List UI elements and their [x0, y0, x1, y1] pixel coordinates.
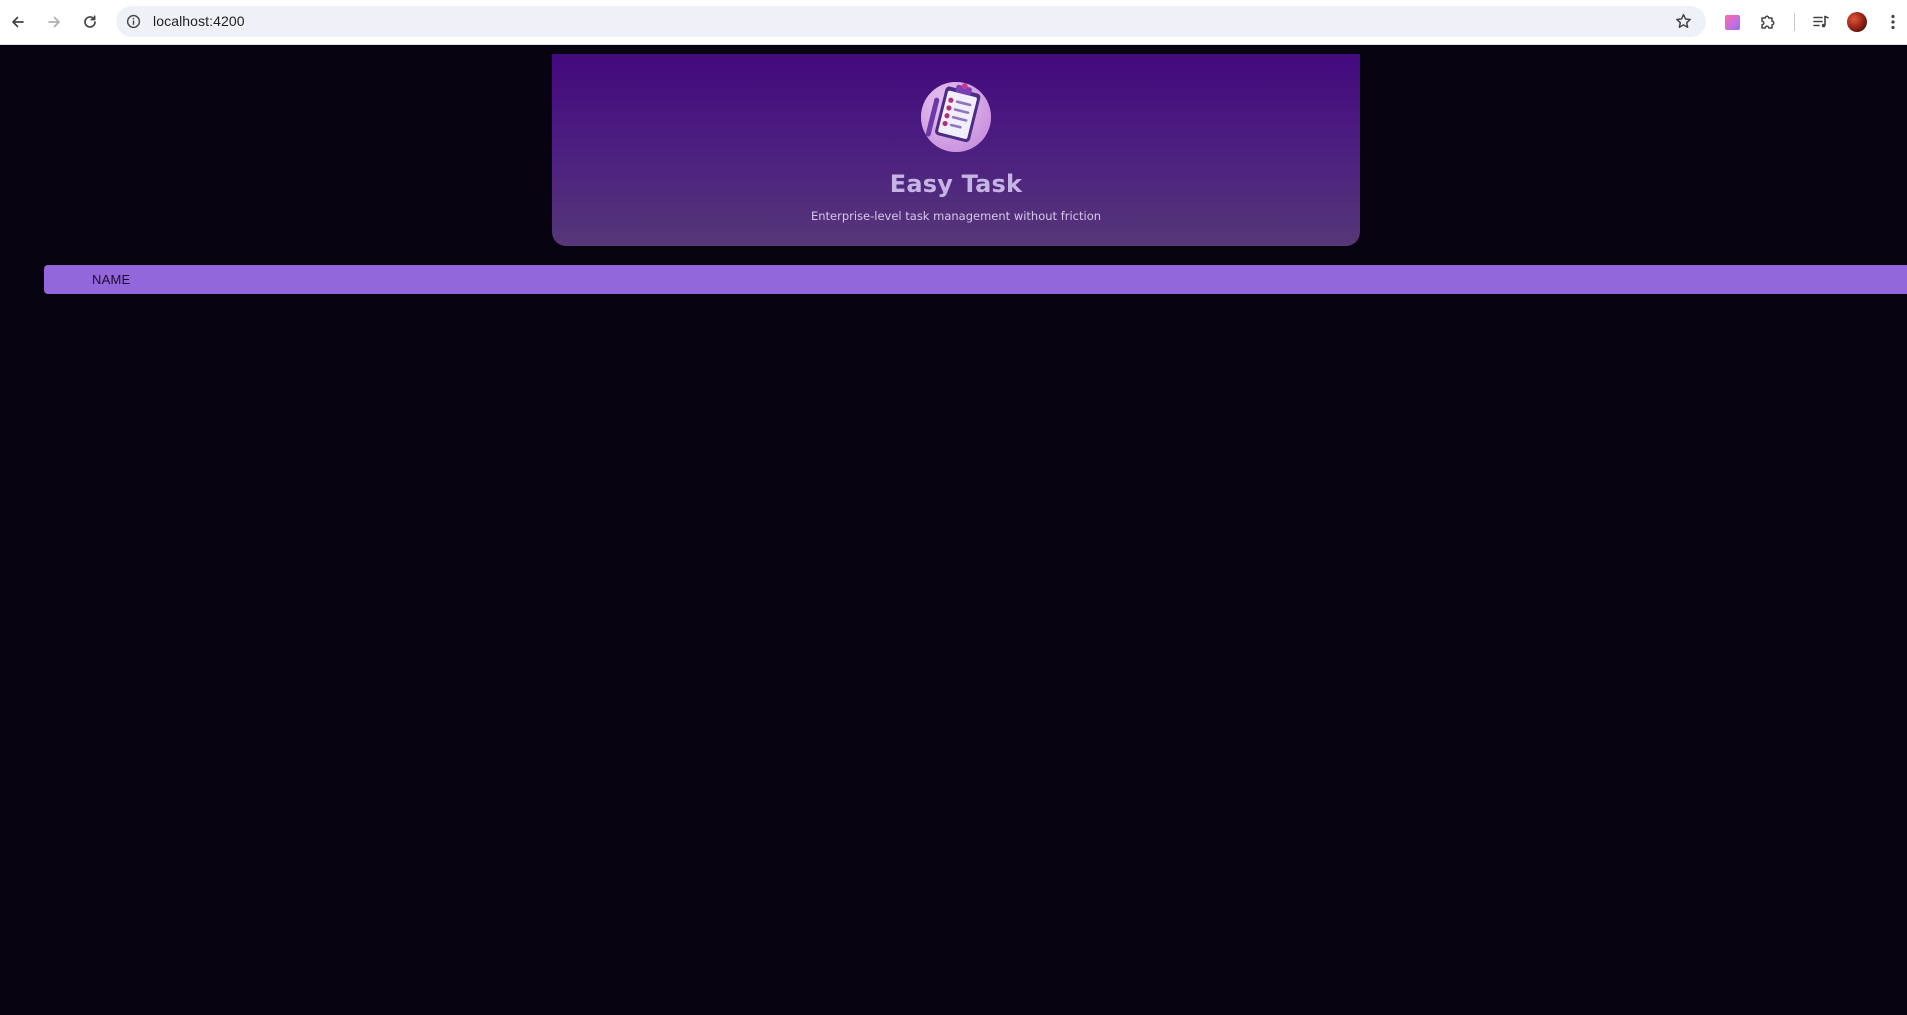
media-controls-icon [1813, 15, 1829, 28]
star-icon[interactable] [1675, 13, 1692, 30]
user-name-label: NAME [92, 272, 131, 287]
profile-button[interactable] [1847, 12, 1867, 32]
app-header: Easy Task Enterprise-level task manageme… [552, 54, 1360, 246]
profile-avatar [1847, 12, 1867, 32]
clipboard-task-icon [920, 77, 992, 153]
reload-icon [84, 15, 96, 28]
toolbar-divider [1794, 13, 1795, 31]
extension-button[interactable] [1722, 12, 1742, 32]
extension-icon [1724, 14, 1740, 30]
extensions-menu-button[interactable] [1758, 12, 1778, 32]
page-body: Easy Task Enterprise-level task manageme… [0, 46, 1907, 1015]
forward-button[interactable] [41, 9, 67, 35]
app-title: Easy Task [889, 170, 1023, 198]
reload-button[interactable] [77, 9, 103, 35]
site-info-icon[interactable] [126, 14, 141, 29]
back-button[interactable] [5, 9, 31, 35]
user-list-item[interactable]: NAME [44, 265, 1907, 294]
back-arrow-icon [12, 16, 24, 28]
browser-toolbar: localhost:4200 [0, 0, 1907, 45]
media-controls-button[interactable] [1811, 12, 1831, 32]
kebab-menu-icon [1891, 14, 1895, 30]
puzzle-icon [1761, 15, 1775, 29]
url-text[interactable]: localhost:4200 [153, 13, 245, 29]
app-subtitle: Enterprise-level task management without… [810, 209, 1102, 223]
address-bar[interactable]: localhost:4200 [116, 6, 1706, 37]
browser-menu-button[interactable] [1883, 12, 1903, 32]
forward-arrow-icon [48, 16, 60, 28]
